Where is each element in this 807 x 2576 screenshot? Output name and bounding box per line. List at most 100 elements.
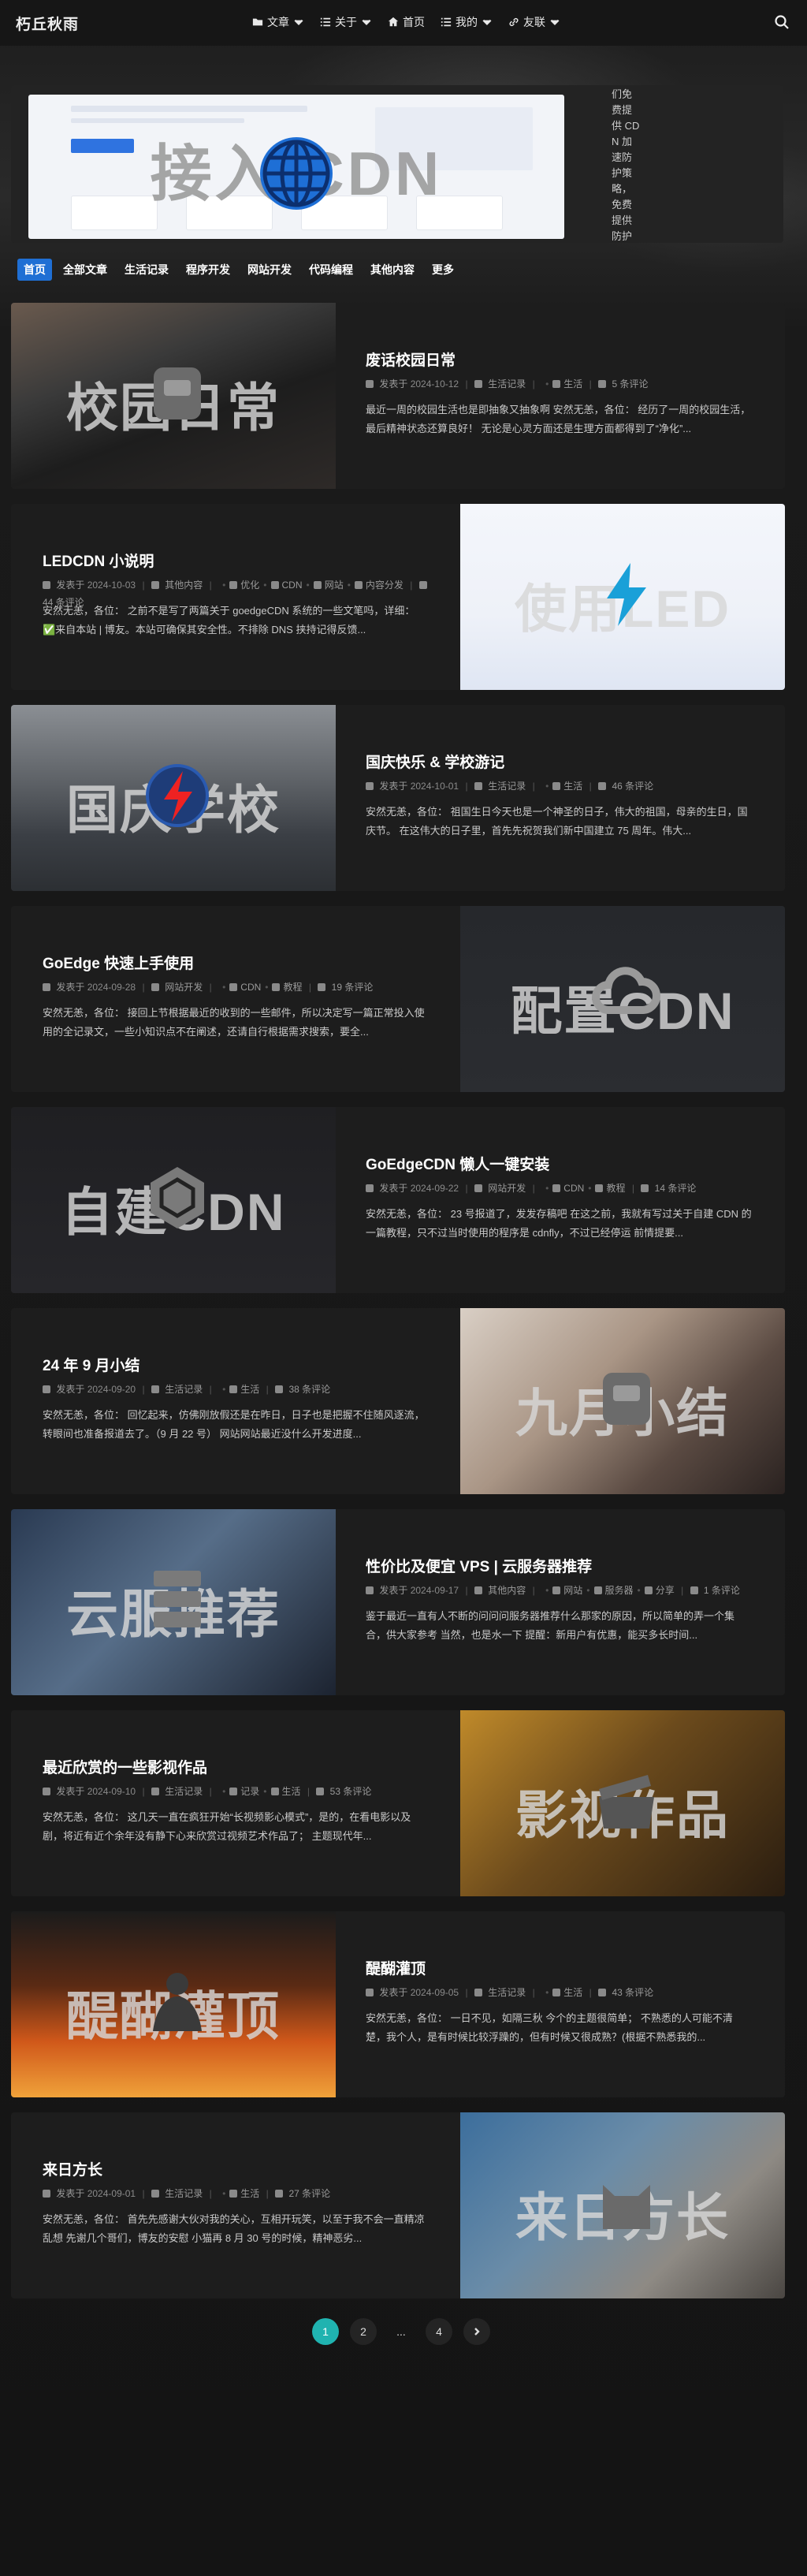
post-category[interactable]: 其他内容 — [488, 1585, 526, 1596]
post-title[interactable]: 性价比及便宜 VPS | 云服务器推荐 — [366, 1555, 592, 1576]
post-title[interactable]: GoEdge 快速上手使用 — [43, 952, 194, 973]
post-tag[interactable]: 生活 — [563, 1987, 582, 1998]
post-comments[interactable]: 19 条评论 — [332, 982, 374, 993]
category-tab-home[interactable]: 首页 — [17, 259, 52, 281]
post-title[interactable]: 来日方长 — [43, 2158, 102, 2179]
folder-icon — [474, 380, 482, 388]
page-button-4[interactable]: 4 — [426, 2318, 452, 2345]
nav-item-friends[interactable]: 友联 — [508, 14, 560, 30]
post-thumbnail[interactable]: 自建CDN — [11, 1107, 336, 1293]
post-category[interactable]: 其他内容 — [165, 580, 203, 591]
post-tag[interactable]: 网站 — [325, 580, 344, 591]
post-tag[interactable]: 生活 — [563, 378, 582, 390]
nav-item-home[interactable]: 首页 — [388, 14, 425, 30]
post-card[interactable]: 校园日常 废话校园日常 发表于 2024-10-12 | 生活记录 | •生活 … — [11, 303, 785, 489]
post-category[interactable]: 生活记录 — [165, 1786, 203, 1797]
post-category[interactable]: 生活记录 — [488, 1987, 526, 1998]
post-title[interactable]: 24 年 9 月小结 — [43, 1354, 140, 1375]
post-title[interactable]: 醍醐灌顶 — [366, 1957, 426, 1978]
post-tag[interactable]: CDN — [563, 1183, 584, 1194]
category-tab-all[interactable]: 全部文章 — [57, 259, 113, 281]
search-button[interactable] — [774, 14, 790, 30]
post-info: GoEdgeCDN 懒人一键安装 发表于 2024-09-22 | 网站开发 |… — [366, 1107, 783, 1293]
comments-icon — [316, 1788, 325, 1795]
post-title[interactable]: GoEdgeCDN 懒人一键安装 — [366, 1153, 549, 1174]
post-card[interactable]: 国庆学校 国庆快乐 & 学校游记 发表于 2024-10-01 | 生活记录 |… — [11, 705, 785, 891]
post-tag[interactable]: 教程 — [283, 982, 302, 993]
post-comments[interactable]: 5 条评论 — [612, 378, 648, 390]
post-card[interactable]: 自建CDN GoEdgeCDN 懒人一键安装 发表于 2024-09-22 | … — [11, 1107, 785, 1293]
post-category[interactable]: 生活记录 — [165, 2188, 203, 2199]
post-thumbnail[interactable]: 校园日常 — [11, 303, 336, 489]
post-title[interactable]: LEDCDN 小说明 — [43, 550, 154, 571]
post-comments[interactable]: 1 条评论 — [704, 1585, 740, 1596]
post-category[interactable]: 生活记录 — [488, 781, 526, 792]
next-page-button[interactable] — [463, 2318, 490, 2345]
post-tag[interactable]: CDN — [282, 580, 303, 591]
post-date: 2024-09-01 — [87, 2188, 136, 2199]
post-tag[interactable]: 优化 — [240, 580, 259, 591]
nav-item-mine[interactable]: 我的 — [441, 14, 493, 30]
post-card[interactable]: 来日方长 来日方长 发表于 2024-09-01 | 生活记录 | •生活 | … — [11, 2112, 785, 2298]
post-card[interactable]: 九月小结 24 年 9 月小结 发表于 2024-09-20 | 生活记录 | … — [11, 1308, 785, 1494]
category-tab-code[interactable]: 代码编程 — [303, 259, 359, 281]
post-meta: 发表于 2024-10-01 | 生活记录 | • 生活 | 46 条评论 — [366, 777, 760, 795]
nav-item-about[interactable]: 关于 — [320, 14, 372, 30]
post-thumbnail[interactable]: 云服推荐 — [11, 1509, 336, 1695]
post-excerpt: 安然无恙，各位： 祖国生日今天也是一个神圣的日子，伟大的祖国，母亲的生日，国庆节… — [366, 806, 748, 837]
post-thumbnail[interactable]: 醍醐灌顶 — [11, 1911, 336, 2097]
page-button-1[interactable]: 1 — [312, 2318, 339, 2345]
calendar-icon — [43, 2190, 50, 2198]
post-title[interactable]: 最近欣赏的一些影视作品 — [43, 1756, 207, 1777]
post-thumbnail[interactable]: 来日方长 — [460, 2112, 785, 2298]
post-tag[interactable]: 记录 — [240, 1786, 259, 1797]
calendar-icon — [366, 1586, 374, 1594]
post-tag[interactable]: 分享 — [656, 1585, 675, 1596]
post-tag[interactable]: 生活 — [240, 2188, 259, 2199]
post-card[interactable]: 云服推荐 性价比及便宜 VPS | 云服务器推荐 发表于 2024-09-17 … — [11, 1509, 785, 1695]
tag-icon — [552, 782, 561, 790]
category-tab-website[interactable]: 网站开发 — [241, 259, 298, 281]
post-comments[interactable]: 27 条评论 — [288, 2188, 330, 2199]
post-tag[interactable]: 生活 — [240, 1384, 259, 1395]
nav-item-articles[interactable]: 文章 — [252, 14, 304, 30]
post-comments[interactable]: 14 条评论 — [655, 1183, 697, 1194]
post-tag[interactable]: CDN — [240, 982, 261, 993]
category-tab-more[interactable]: 更多 — [426, 259, 460, 281]
page-button-2[interactable]: 2 — [350, 2318, 377, 2345]
post-thumbnail[interactable]: 影视作品 — [460, 1710, 785, 1896]
post-title[interactable]: 国庆快乐 & 学校游记 — [366, 751, 504, 772]
post-tag[interactable]: 教程 — [606, 1183, 625, 1194]
posted-label: 发表于 — [379, 1987, 408, 1998]
post-info: GoEdge 快速上手使用 发表于 2024-09-28 | 网站开发 | • C… — [43, 906, 460, 1092]
post-comments[interactable]: 43 条评论 — [612, 1987, 653, 1998]
post-category[interactable]: 生活记录 — [488, 378, 526, 390]
post-thumbnail[interactable]: 使用LED — [460, 504, 785, 690]
category-tab-life[interactable]: 生活记录 — [118, 259, 175, 281]
post-category[interactable]: 网站开发 — [165, 982, 203, 993]
post-comments[interactable]: 46 条评论 — [612, 781, 653, 792]
post-thumbnail[interactable]: 配置CDN — [460, 906, 785, 1092]
post-tag[interactable]: 网站 — [563, 1585, 582, 1596]
post-thumbnail[interactable]: 九月小结 — [460, 1308, 785, 1494]
post-card[interactable]: 配置CDN GoEdge 快速上手使用 发表于 2024-09-28 | 网站开… — [11, 906, 785, 1092]
post-card[interactable]: 醍醐灌顶 醍醐灌顶 发表于 2024-09-05 | 生活记录 | •生活 | … — [11, 1911, 785, 2097]
post-card[interactable]: 使用LED LEDCDN 小说明 发表于 2024-10-03 | 其他内容 |… — [11, 504, 785, 690]
post-title[interactable]: 废话校园日常 — [366, 349, 456, 370]
featured-banner[interactable]: 接入 CDN 们免费提供 CDN 加速防护策略，免费提供防护 — [11, 85, 783, 243]
post-card[interactable]: 影视作品 最近欣赏的一些影视作品 发表于 2024-09-10 | 生活记录 |… — [11, 1710, 785, 1896]
post-category[interactable]: 生活记录 — [165, 1384, 203, 1395]
post-tag[interactable]: 生活 — [282, 1786, 301, 1797]
post-tag[interactable]: 内容分发 — [366, 580, 404, 591]
category-tab-program[interactable]: 程序开发 — [180, 259, 236, 281]
site-logo[interactable]: 朽丘秋雨 — [16, 13, 79, 34]
post-comments[interactable]: 38 条评论 — [288, 1384, 330, 1395]
post-tag[interactable]: 生活 — [563, 781, 582, 792]
post-tag[interactable]: 服务器 — [605, 1585, 634, 1596]
post-category[interactable]: 网站开发 — [488, 1183, 526, 1194]
post-thumbnail[interactable]: 国庆学校 — [11, 705, 336, 891]
post-comments[interactable]: 53 条评论 — [330, 1786, 372, 1797]
calendar-icon — [43, 1385, 50, 1393]
folder-icon — [474, 1184, 482, 1192]
category-tab-other[interactable]: 其他内容 — [364, 259, 421, 281]
